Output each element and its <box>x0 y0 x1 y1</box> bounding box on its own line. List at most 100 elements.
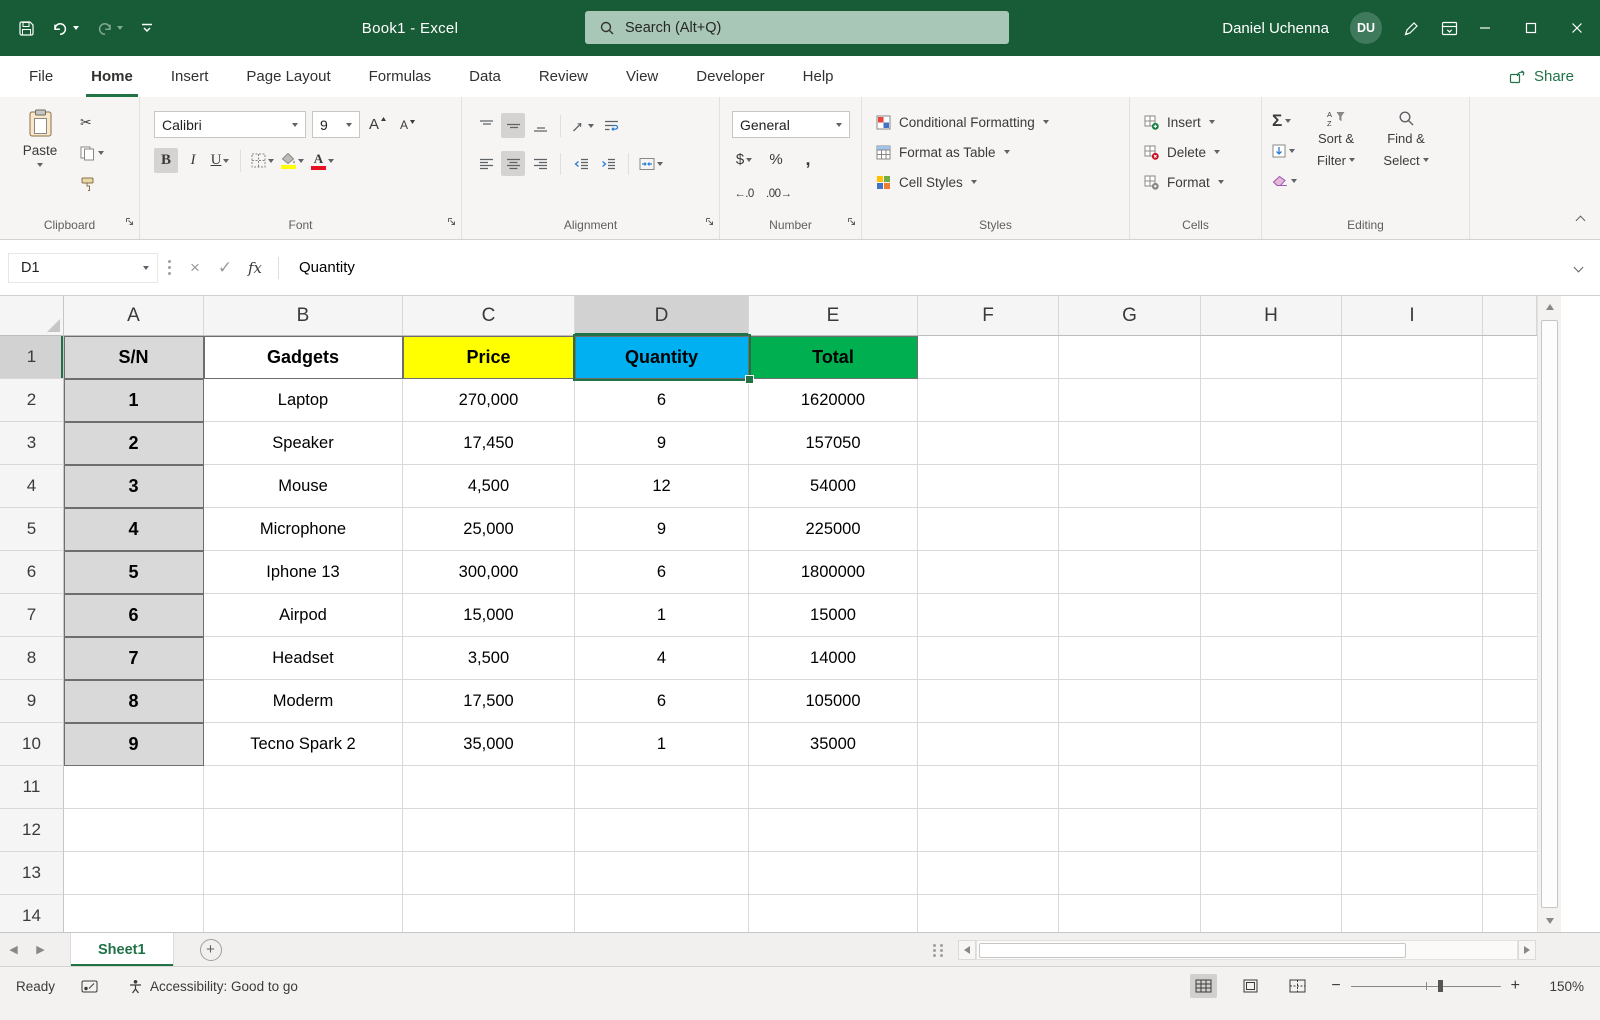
column-header-E[interactable]: E <box>749 296 918 335</box>
cell-G12[interactable] <box>1059 809 1201 852</box>
cell-H13[interactable] <box>1201 852 1342 895</box>
find-select-button[interactable]: Find & Select <box>1375 107 1437 191</box>
format-as-table-dropdown-icon[interactable] <box>1004 150 1010 154</box>
cell-C1[interactable]: Price <box>403 336 575 379</box>
format-painter-button[interactable] <box>80 174 104 194</box>
column-header-I[interactable]: I <box>1342 296 1483 335</box>
formula-input[interactable]: Quantity <box>299 259 1556 276</box>
horizontal-scroll-track[interactable] <box>976 940 1518 960</box>
cell-G7[interactable] <box>1059 594 1201 637</box>
cell-I8[interactable] <box>1342 637 1483 680</box>
cell-B13[interactable] <box>204 852 403 895</box>
merge-center-dropdown-icon[interactable] <box>657 162 663 166</box>
cell-A13[interactable] <box>64 852 204 895</box>
tab-home[interactable]: Home <box>72 56 152 97</box>
cell-A1[interactable]: S/N <box>64 336 204 379</box>
cell-A4[interactable]: 3 <box>64 465 204 508</box>
cell-B10[interactable]: Tecno Spark 2 <box>204 723 403 766</box>
cell-E11[interactable] <box>749 766 918 809</box>
cell-F5[interactable] <box>918 508 1059 551</box>
new-sheet-button[interactable]: + <box>200 939 222 961</box>
zoom-in-button[interactable]: + <box>1511 977 1520 995</box>
cell-D6[interactable]: 6 <box>575 551 749 594</box>
inking-button[interactable] <box>1403 20 1420 37</box>
merge-center-button[interactable] <box>637 151 665 176</box>
cell-C13[interactable] <box>403 852 575 895</box>
cell-I10[interactable] <box>1342 723 1483 766</box>
cell-B12[interactable] <box>204 809 403 852</box>
cell-E14[interactable] <box>749 895 918 932</box>
collapse-ribbon-button[interactable] <box>1577 211 1584 229</box>
cell-D9[interactable]: 6 <box>575 680 749 723</box>
cell-A10[interactable]: 9 <box>64 723 204 766</box>
cell-D2[interactable]: 6 <box>575 379 749 422</box>
cell-I11[interactable] <box>1342 766 1483 809</box>
cell-F10[interactable] <box>918 723 1059 766</box>
record-macro-button[interactable] <box>81 980 98 993</box>
cell-partial-7[interactable] <box>1483 594 1537 637</box>
decrease-font-size-button[interactable]: A <box>396 112 420 137</box>
cell-H12[interactable] <box>1201 809 1342 852</box>
align-left-button[interactable] <box>474 151 498 176</box>
align-bottom-button[interactable] <box>528 113 552 138</box>
format-cells-button[interactable]: Format <box>1130 167 1261 197</box>
clipboard-dialog-launcher[interactable] <box>125 213 134 231</box>
cell-G1[interactable] <box>1059 336 1201 379</box>
cell-D3[interactable]: 9 <box>575 422 749 465</box>
cell-D8[interactable]: 4 <box>575 637 749 680</box>
cell-B14[interactable] <box>204 895 403 932</box>
column-header-H[interactable]: H <box>1201 296 1342 335</box>
scroll-up-button[interactable] <box>1538 296 1561 318</box>
cell-I14[interactable] <box>1342 895 1483 932</box>
select-all-button[interactable] <box>0 296 64 335</box>
cell-partial-10[interactable] <box>1483 723 1537 766</box>
row-header-11[interactable]: 11 <box>0 766 64 809</box>
fill-color-dropdown-icon[interactable] <box>298 159 304 163</box>
cell-C7[interactable]: 15,000 <box>403 594 575 637</box>
cell-B9[interactable]: Moderm <box>204 680 403 723</box>
cell-E2[interactable]: 1620000 <box>749 379 918 422</box>
cell-H10[interactable] <box>1201 723 1342 766</box>
cell-F6[interactable] <box>918 551 1059 594</box>
cell-G2[interactable] <box>1059 379 1201 422</box>
row-header-2[interactable]: 2 <box>0 379 64 422</box>
cell-H11[interactable] <box>1201 766 1342 809</box>
cell-C6[interactable]: 300,000 <box>403 551 575 594</box>
row-header-8[interactable]: 8 <box>0 637 64 680</box>
copy-dropdown-icon[interactable] <box>98 151 104 155</box>
tab-help[interactable]: Help <box>784 56 853 97</box>
cell-C12[interactable] <box>403 809 575 852</box>
percent-style-button[interactable]: % <box>764 147 788 172</box>
cancel-entry-button[interactable]: × <box>180 253 210 283</box>
align-center-button[interactable] <box>501 151 525 176</box>
undo-dropdown-icon[interactable] <box>73 26 79 30</box>
row-header-3[interactable]: 3 <box>0 422 64 465</box>
cell-I3[interactable] <box>1342 422 1483 465</box>
cell-G3[interactable] <box>1059 422 1201 465</box>
cell-partial-6[interactable] <box>1483 551 1537 594</box>
cell-G9[interactable] <box>1059 680 1201 723</box>
cell-partial-3[interactable] <box>1483 422 1537 465</box>
underline-dropdown-icon[interactable] <box>223 159 229 163</box>
undo-button[interactable] <box>52 21 79 36</box>
cell-C8[interactable]: 3,500 <box>403 637 575 680</box>
sort-filter-dropdown-icon[interactable] <box>1349 158 1355 162</box>
row-header-1[interactable]: 1 <box>0 336 64 379</box>
number-format-select[interactable]: General <box>732 111 850 138</box>
cell-B4[interactable]: Mouse <box>204 465 403 508</box>
cell-H8[interactable] <box>1201 637 1342 680</box>
sheet-tab-sheet1[interactable]: Sheet1 <box>70 933 174 966</box>
cell-A9[interactable]: 8 <box>64 680 204 723</box>
cell-D14[interactable] <box>575 895 749 932</box>
zoom-level[interactable]: 150% <box>1540 979 1584 994</box>
vertical-scroll-track[interactable] <box>1538 318 1561 910</box>
cell-I12[interactable] <box>1342 809 1483 852</box>
cell-E13[interactable] <box>749 852 918 895</box>
zoom-out-button[interactable]: − <box>1331 977 1340 995</box>
cell-A3[interactable]: 2 <box>64 422 204 465</box>
column-header-A[interactable]: A <box>64 296 204 335</box>
wrap-text-button[interactable] <box>599 113 623 138</box>
font-name-select[interactable]: Calibri <box>154 111 306 138</box>
cell-D4[interactable]: 12 <box>575 465 749 508</box>
cell-A5[interactable]: 4 <box>64 508 204 551</box>
